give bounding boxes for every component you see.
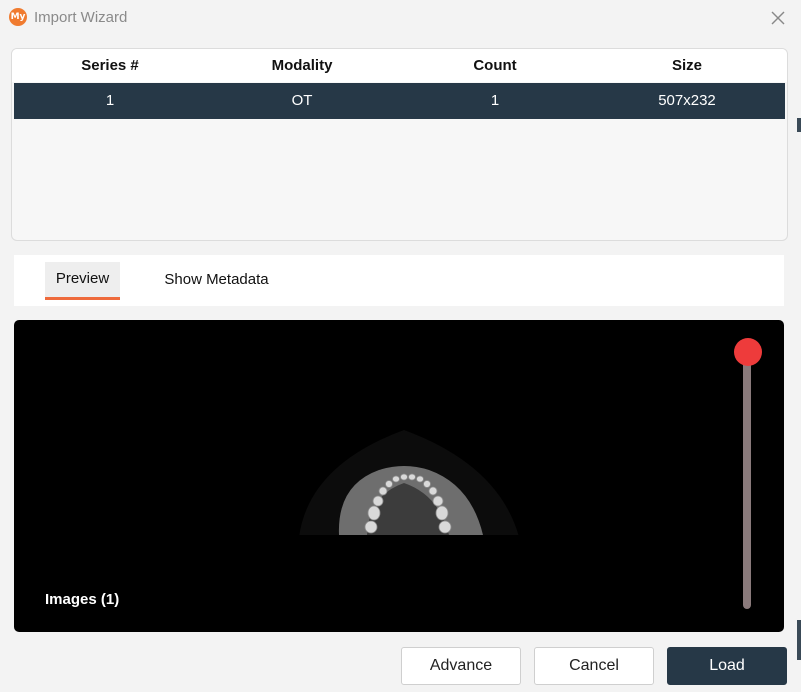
close-button[interactable] (766, 6, 790, 30)
table-row[interactable]: 1 OT 1 507x232 (14, 83, 785, 119)
preview-tabs: Preview Show Metadata (14, 255, 784, 306)
column-header-series[interactable]: Series # (14, 49, 206, 82)
cell-size: 507x232 (658, 92, 716, 109)
tab-show-metadata[interactable]: Show Metadata (154, 263, 279, 301)
app-logo-icon: My (9, 8, 27, 26)
window-edge-decoration (797, 620, 801, 660)
cell-series: 1 (105, 92, 115, 109)
column-header-modality[interactable]: Modality (206, 49, 398, 82)
tab-preview[interactable]: Preview (45, 262, 120, 300)
series-table: Series # Modality Count Size 1 OT 1 507x… (11, 48, 788, 241)
cancel-button[interactable]: Cancel (534, 647, 654, 685)
image-preview-panel: Images (1) (14, 320, 784, 632)
import-wizard-dialog: My Import Wizard Series # Modality Count… (0, 0, 801, 692)
title-bar: My Import Wizard (0, 0, 801, 36)
window-edge-decoration (797, 118, 801, 132)
cell-modality: OT (291, 92, 313, 109)
advance-button[interactable]: Advance (401, 647, 521, 685)
dental-scan-image (279, 430, 529, 537)
image-slider-track[interactable] (743, 360, 751, 609)
table-header: Series # Modality Count Size (12, 49, 787, 82)
close-icon (771, 11, 785, 25)
window-title: Import Wizard (34, 9, 128, 26)
cell-count: 1 (490, 92, 500, 109)
load-button[interactable]: Load (667, 647, 787, 685)
images-count-label: Images (1) (45, 591, 120, 608)
column-header-size[interactable]: Size (591, 49, 783, 82)
image-slider-thumb[interactable] (734, 338, 762, 366)
column-header-count[interactable]: Count (399, 49, 591, 82)
